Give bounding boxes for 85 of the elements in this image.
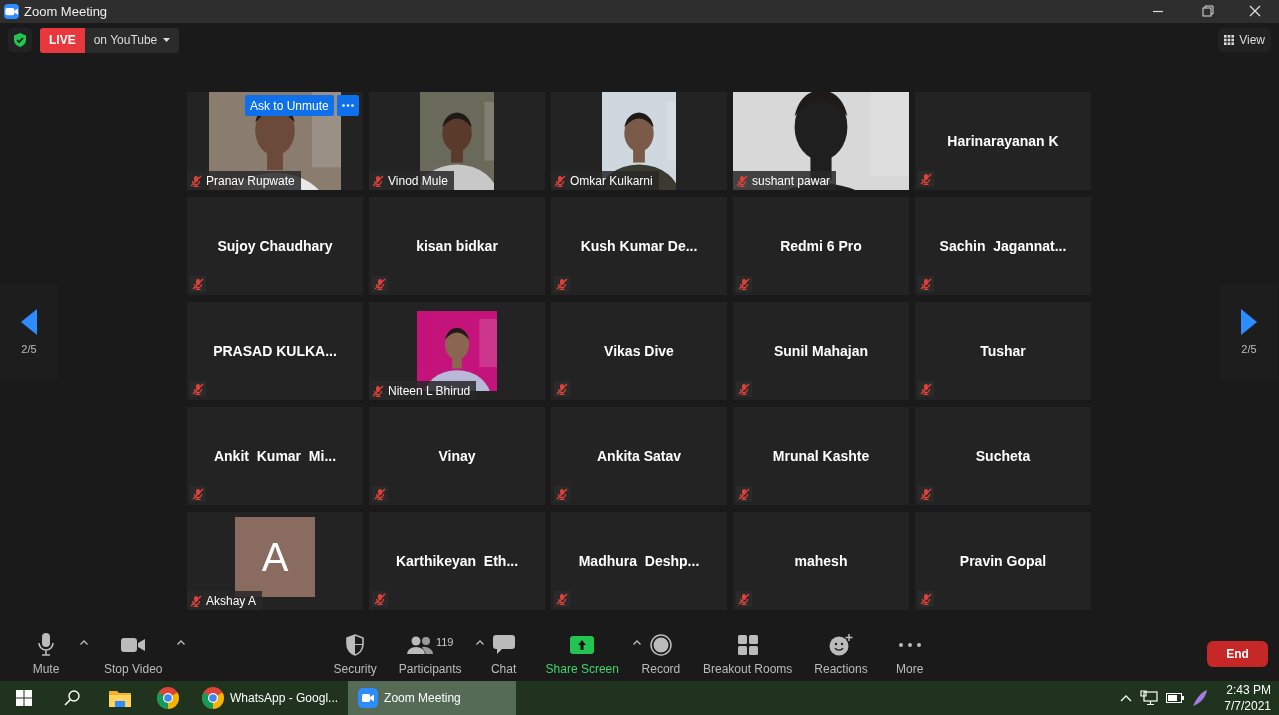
more-options-button[interactable] bbox=[336, 95, 359, 116]
toolbar-button[interactable]: Breakout Rooms bbox=[694, 632, 801, 676]
smiley-plus-icon bbox=[829, 634, 853, 656]
stream-target: on YouTube bbox=[93, 33, 158, 47]
grid-icon bbox=[1224, 35, 1235, 45]
name-label: Omkar Kulkarni bbox=[551, 171, 659, 190]
clock-time: 2:43 PM bbox=[1226, 682, 1271, 698]
toolbar-button[interactable]: Stop Video bbox=[96, 632, 171, 676]
participant-name: mahesh bbox=[794, 553, 848, 569]
participant-name: Sujoy Chaudhary bbox=[217, 238, 333, 254]
toolbar-button[interactable]: 119 Participants bbox=[390, 632, 470, 676]
more-icon bbox=[898, 643, 921, 647]
right-arrow-icon bbox=[1241, 309, 1257, 335]
caret-icon[interactable] bbox=[475, 640, 484, 645]
name-label: sushant pawar bbox=[733, 171, 837, 190]
ask-to-unmute-button[interactable]: Ask to Unmute bbox=[245, 95, 334, 116]
clock-date: 7/7/2021 bbox=[1224, 698, 1271, 714]
toolbar-button[interactable]: Record bbox=[632, 632, 689, 676]
toolbar-button[interactable]: Security bbox=[325, 632, 385, 676]
participant-name: Ankita Satav bbox=[596, 448, 681, 464]
toolbar-button[interactable]: Mute bbox=[18, 632, 74, 676]
chrome-icon bbox=[202, 687, 224, 709]
taskbar-app[interactable]: WhatsApp - Googl... bbox=[192, 681, 349, 715]
chat-bubble-icon bbox=[492, 635, 515, 655]
stream-dropdown[interactable]: on YouTube bbox=[84, 27, 180, 53]
participant-name: Harinarayanan K bbox=[947, 133, 1059, 149]
share-screen-icon bbox=[570, 636, 595, 654]
participant-name: PRASAD KULKA... bbox=[213, 343, 337, 359]
end-button[interactable]: End bbox=[1207, 641, 1268, 667]
participant-name: kisan bidkar bbox=[416, 238, 498, 254]
participant-name: Redmi 6 Pro bbox=[780, 238, 862, 254]
caret-icon[interactable] bbox=[176, 640, 185, 645]
chrome-icon bbox=[157, 687, 179, 709]
network-icon[interactable] bbox=[1140, 690, 1159, 706]
chevron-up-icon[interactable] bbox=[1120, 694, 1133, 702]
participant-name: Sunil Mahajan bbox=[773, 343, 869, 359]
camera-icon bbox=[121, 637, 146, 653]
four-squares-icon bbox=[737, 635, 758, 655]
zoom-app-icon bbox=[4, 4, 19, 19]
people-icon bbox=[406, 636, 433, 654]
caret-icon[interactable] bbox=[632, 640, 641, 645]
page-indicator: 2/5 bbox=[1241, 343, 1257, 355]
page-indicator: 2/5 bbox=[21, 343, 37, 355]
name-label: Vinod Mule bbox=[369, 171, 454, 190]
toolbar-button[interactable]: Chat bbox=[475, 632, 532, 676]
participant-name: Karthikeyan Eth... bbox=[395, 553, 519, 569]
search-icon bbox=[64, 690, 80, 706]
participant-name: Vikas Dive bbox=[604, 343, 674, 359]
name-label: Akshay A bbox=[187, 591, 263, 610]
encryption-button[interactable] bbox=[8, 28, 32, 52]
participant-name: Pravin Gopal bbox=[959, 553, 1047, 569]
caret-icon[interactable] bbox=[80, 640, 88, 645]
participant-count: 119 bbox=[435, 636, 454, 648]
view-label: View bbox=[1239, 33, 1265, 47]
record-icon bbox=[649, 634, 672, 656]
participant-name: Vinay bbox=[438, 448, 476, 464]
mic-icon bbox=[38, 633, 54, 657]
window-title: Zoom Meeting bbox=[24, 4, 108, 19]
participant-name: Kush Kumar De... bbox=[580, 238, 698, 254]
toolbar-button[interactable]: Reactions bbox=[806, 632, 876, 676]
live-badge: LIVE bbox=[40, 27, 85, 53]
zoom-app-icon bbox=[358, 688, 379, 708]
toolbar-button[interactable]: More bbox=[881, 632, 938, 676]
participant-name: Sucheta bbox=[975, 448, 1031, 464]
shield-check-icon bbox=[13, 32, 27, 48]
name-label: Pranav Rupwate bbox=[187, 171, 301, 190]
more-icon bbox=[341, 104, 354, 107]
name-label: Niteen L Bhirud bbox=[369, 381, 477, 400]
dropdown-caret-icon bbox=[163, 38, 171, 42]
participant-name: Sachin Jagannat... bbox=[939, 238, 1067, 254]
shield-icon bbox=[346, 634, 365, 656]
folder-icon bbox=[109, 689, 131, 707]
feather-icon[interactable] bbox=[1192, 689, 1209, 707]
windows-icon bbox=[16, 690, 32, 706]
participant-name: Ankit Kumar Mi... bbox=[213, 448, 337, 464]
clock[interactable]: 2:43 PM 7/7/2021 bbox=[1224, 682, 1271, 714]
avatar: A bbox=[235, 517, 315, 597]
toolbar-button[interactable]: Share Screen bbox=[537, 632, 627, 676]
participant-name: Madhura Deshp... bbox=[578, 553, 700, 569]
participant-name: Mrunal Kashte bbox=[772, 448, 870, 464]
battery-icon[interactable] bbox=[1166, 693, 1185, 703]
taskbar-app[interactable]: Zoom Meeting bbox=[348, 681, 517, 715]
view-button[interactable]: View bbox=[1218, 28, 1271, 52]
participant-name: Tushar bbox=[980, 343, 1026, 359]
left-arrow-icon bbox=[21, 309, 37, 335]
